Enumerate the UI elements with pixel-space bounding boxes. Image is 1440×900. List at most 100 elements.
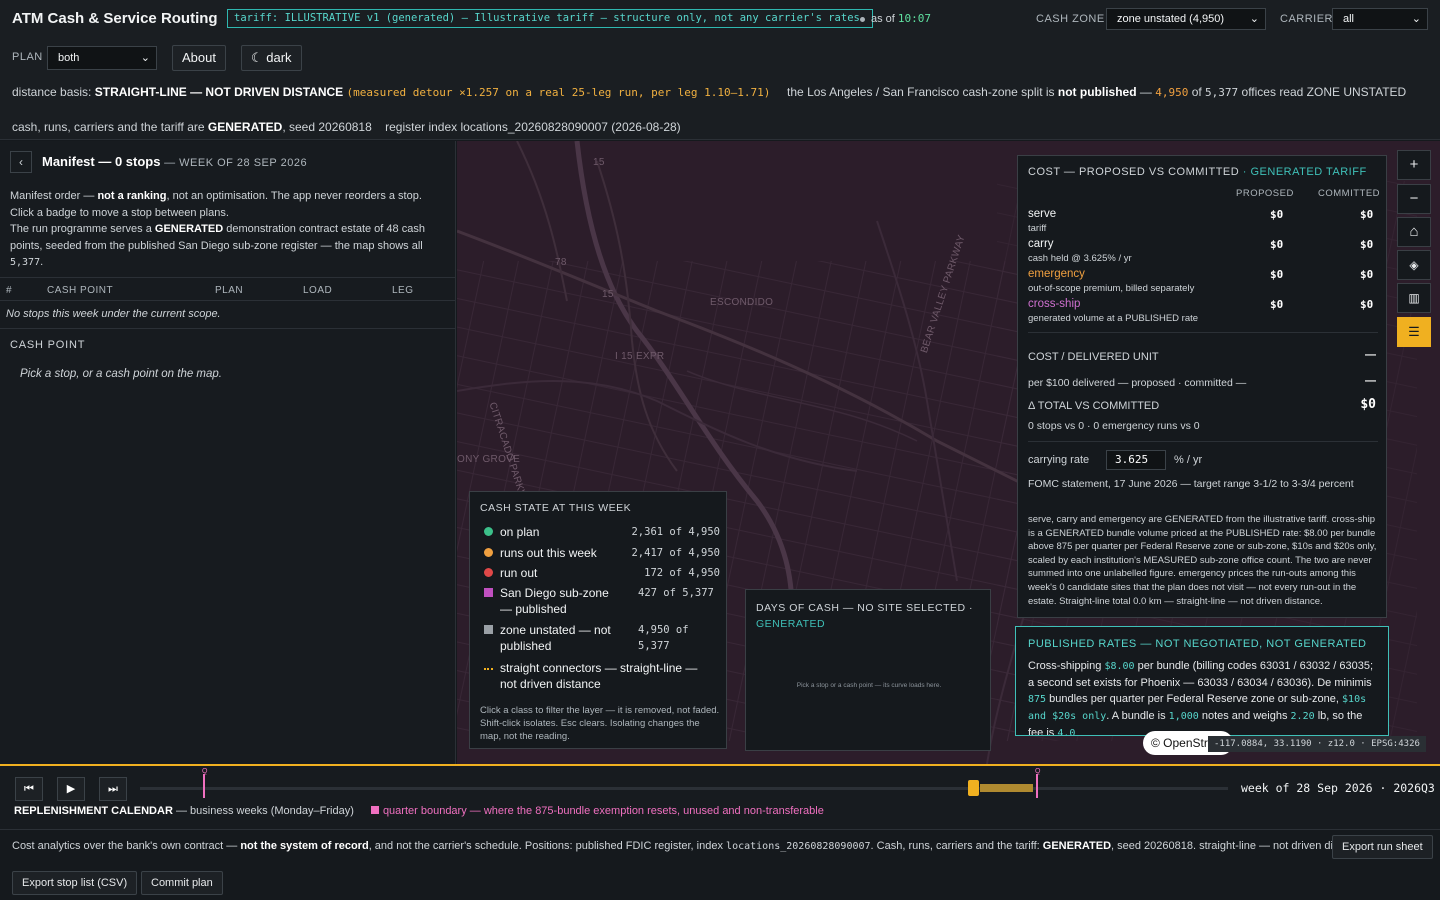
map-icon: ▥ <box>1408 291 1420 305</box>
col-load[interactable]: LOAD <box>303 285 332 296</box>
days-of-cash-panel: DAYS OF CASH — NO SITE SELECTED · GENERAT… <box>745 589 991 751</box>
legend-count: 172 of 4,950 <box>644 567 720 579</box>
delta-label: Δ TOTAL VS COMMITTED <box>1028 400 1160 412</box>
home-button[interactable]: ⌂ <box>1397 217 1431 247</box>
dot-swatch-icon <box>484 568 493 577</box>
app-header: ATM Cash & Service Routing tariff: ILLUS… <box>0 0 1440 140</box>
calendar-legend: REPLENISHMENT CALENDAR — business weeks … <box>14 805 824 817</box>
legend-label: straight connectors — straight-line — no… <box>500 661 698 691</box>
per100-value: — <box>1365 375 1376 387</box>
zoom-in-button[interactable]: + <box>1397 150 1431 180</box>
carrier-select[interactable]: all ⌄ <box>1332 8 1428 30</box>
cost-line-sub: generated volume at a PUBLISHED rate <box>1028 313 1199 324</box>
as-of-time: 10:07 <box>897 12 932 25</box>
committed-value: $0 <box>1360 268 1374 281</box>
dot-swatch-icon <box>484 548 493 557</box>
timeline-bar: ⏮ ▶ ⏭ Q Q week of 28 Sep 2026 · 2026Q3 R… <box>0 764 1440 830</box>
days-of-cash-title: DAYS OF CASH — NO SITE SELECTED · GENERAT… <box>756 602 974 630</box>
zoom-out-icon: − <box>1409 190 1419 207</box>
distance-basis-line: distance basis: STRAIGHT-LINE — NOT DRIV… <box>12 85 1407 99</box>
cash-point-hint: Pick a stop, or a cash point on the map. <box>20 368 223 380</box>
cash-zone-label: CASH ZONE <box>1036 13 1105 25</box>
cost-line-sub: out-of-scope premium, billed separately <box>1028 283 1195 294</box>
col-plan[interactable]: PLAN <box>215 285 243 296</box>
legend-label: zone unstated — not published <box>500 623 611 653</box>
legend-count: 427 of 5,377 <box>638 587 714 599</box>
list-icon: ☰ <box>1408 324 1420 339</box>
col-cash-point[interactable]: CASH POINT <box>47 285 113 296</box>
carrying-rate-row: carrying rate 3.625 % / yr <box>1028 450 1202 470</box>
map-label-i15-expr: I 15 EXPR <box>615 351 665 362</box>
cash-point-section: CASH POINT Pick a stop, or a cash point … <box>0 328 455 380</box>
proposed-value: $0 <box>1270 268 1284 281</box>
committed-value: $0 <box>1360 238 1374 251</box>
col-proposed: PROPOSED <box>1236 188 1294 199</box>
map-label-route-15-north: 15 <box>593 157 605 168</box>
as-of-label: as of <box>871 13 895 25</box>
zoom-in-icon: + <box>1409 156 1419 173</box>
cost-line-sub: cash held @ 3.625% / yr <box>1028 253 1132 264</box>
proposed-value: $0 <box>1270 238 1284 251</box>
dotted-line-icon <box>484 664 493 670</box>
first-week-button[interactable]: ⏮ <box>15 777 43 801</box>
cost-explainer: serve, carry and emergency are GENERATED… <box>1028 514 1377 607</box>
about-button[interactable]: About <box>172 45 226 71</box>
dark-mode-toggle[interactable]: ☾ dark <box>241 45 302 71</box>
cost-title: COST — PROPOSED VS COMMITTED · GENERATED… <box>1028 166 1367 178</box>
week-label: week of 28 Sep 2026 · 2026Q3 <box>1241 781 1435 795</box>
published-rates-body: Cross-shipping $8.00 per bundle (billing… <box>1028 660 1374 736</box>
map-style-button[interactable]: ▥ <box>1397 283 1431 313</box>
quarter-boundary-marker <box>1036 774 1038 798</box>
plan-label: PLAN <box>12 51 43 63</box>
legend-label: on plan <box>500 525 540 539</box>
manifest-panel: ‹ Manifest — 0 stops — WEEK OF 28 SEP 20… <box>0 141 456 764</box>
list-panel-button[interactable]: ☰ <box>1397 317 1431 347</box>
per100-label: per $100 delivered — proposed · committe… <box>1028 377 1247 389</box>
map-label-escondido: ESCONDIDO <box>710 297 774 308</box>
cost-line-name: emergency <box>1028 268 1085 280</box>
map-view[interactable]: ESCONDIDO I 15 EXPR ONY GROVE CITRACADO … <box>457 141 1440 764</box>
export-csv-button[interactable]: Export stop list (CSV) <box>12 871 138 895</box>
skip-end-icon: ⏭ <box>108 783 118 795</box>
square-swatch-icon <box>484 625 493 634</box>
legend-count: 4,950 of 5,377 <box>638 624 689 652</box>
play-button[interactable]: ▶ <box>57 777 85 801</box>
legend-label: San Diego sub-zone — published <box>500 586 609 616</box>
status-dot-icon <box>860 16 865 22</box>
plan-select[interactable]: both ⌄ <box>47 46 157 70</box>
committed-value: $0 <box>1360 208 1374 221</box>
tariff-badge: tariff: ILLUSTRATIVE v1 (generated) — Il… <box>227 9 874 28</box>
plan-value: both <box>58 52 80 64</box>
carrying-rate-input[interactable]: 3.625 <box>1106 450 1166 470</box>
last-week-button[interactable]: ⏭ <box>99 777 127 801</box>
published-rates-title: PUBLISHED RATES — NOT NEGOTIATED, NOT GE… <box>1028 638 1367 650</box>
legend-count: 2,361 of 4,950 <box>631 526 720 538</box>
chevron-down-icon: ⌄ <box>140 52 150 64</box>
cost-panel: COST — PROPOSED VS COMMITTED · GENERATED… <box>1017 155 1387 618</box>
legend-count: 2,417 of 4,950 <box>631 547 720 559</box>
export-run-sheet-button[interactable]: Export run sheet <box>1332 835 1433 859</box>
app-title: ATM Cash & Service Routing <box>12 10 218 27</box>
quarter-swatch <box>370 806 379 814</box>
cash-state-hint: Click a class to filter the layer — it i… <box>480 705 720 742</box>
col-leg[interactable]: LEG <box>392 285 414 296</box>
manifest-title: Manifest — 0 stops — WEEK OF 28 SEP 2026 <box>42 154 308 169</box>
col-index[interactable]: # <box>6 285 12 296</box>
commit-plan-button[interactable]: Commit plan <box>141 871 223 895</box>
timeline-track[interactable] <box>140 787 1228 790</box>
zoom-out-button[interactable]: − <box>1397 184 1431 214</box>
cash-state-legend: CASH STATE AT THIS WEEK on plan 2,361 of … <box>469 491 727 749</box>
chevron-down-icon: ⌄ <box>1249 13 1259 25</box>
carrying-rate-unit: % / yr <box>1174 454 1203 466</box>
play-icon: ▶ <box>66 783 76 795</box>
published-rates-panel: PUBLISHED RATES — NOT NEGOTIATED, NOT GE… <box>1015 626 1389 736</box>
footer-disclaimer: Cost analytics over the bank's own contr… <box>12 840 1369 852</box>
collapse-button[interactable]: ‹ <box>10 151 32 173</box>
cash-zone-select[interactable]: zone unstated (4,950) ⌄ <box>1106 8 1266 30</box>
cost-line-name: carry <box>1028 238 1054 250</box>
layers-button[interactable]: ◈ <box>1397 250 1431 280</box>
timeline-handle[interactable] <box>968 780 979 796</box>
days-of-cash-placeholder: Pick a stop or a cash point — its curve … <box>796 682 942 689</box>
register-index: register index locations_20260828090007 … <box>385 120 681 134</box>
cost-line-name: cross-ship <box>1028 298 1081 310</box>
